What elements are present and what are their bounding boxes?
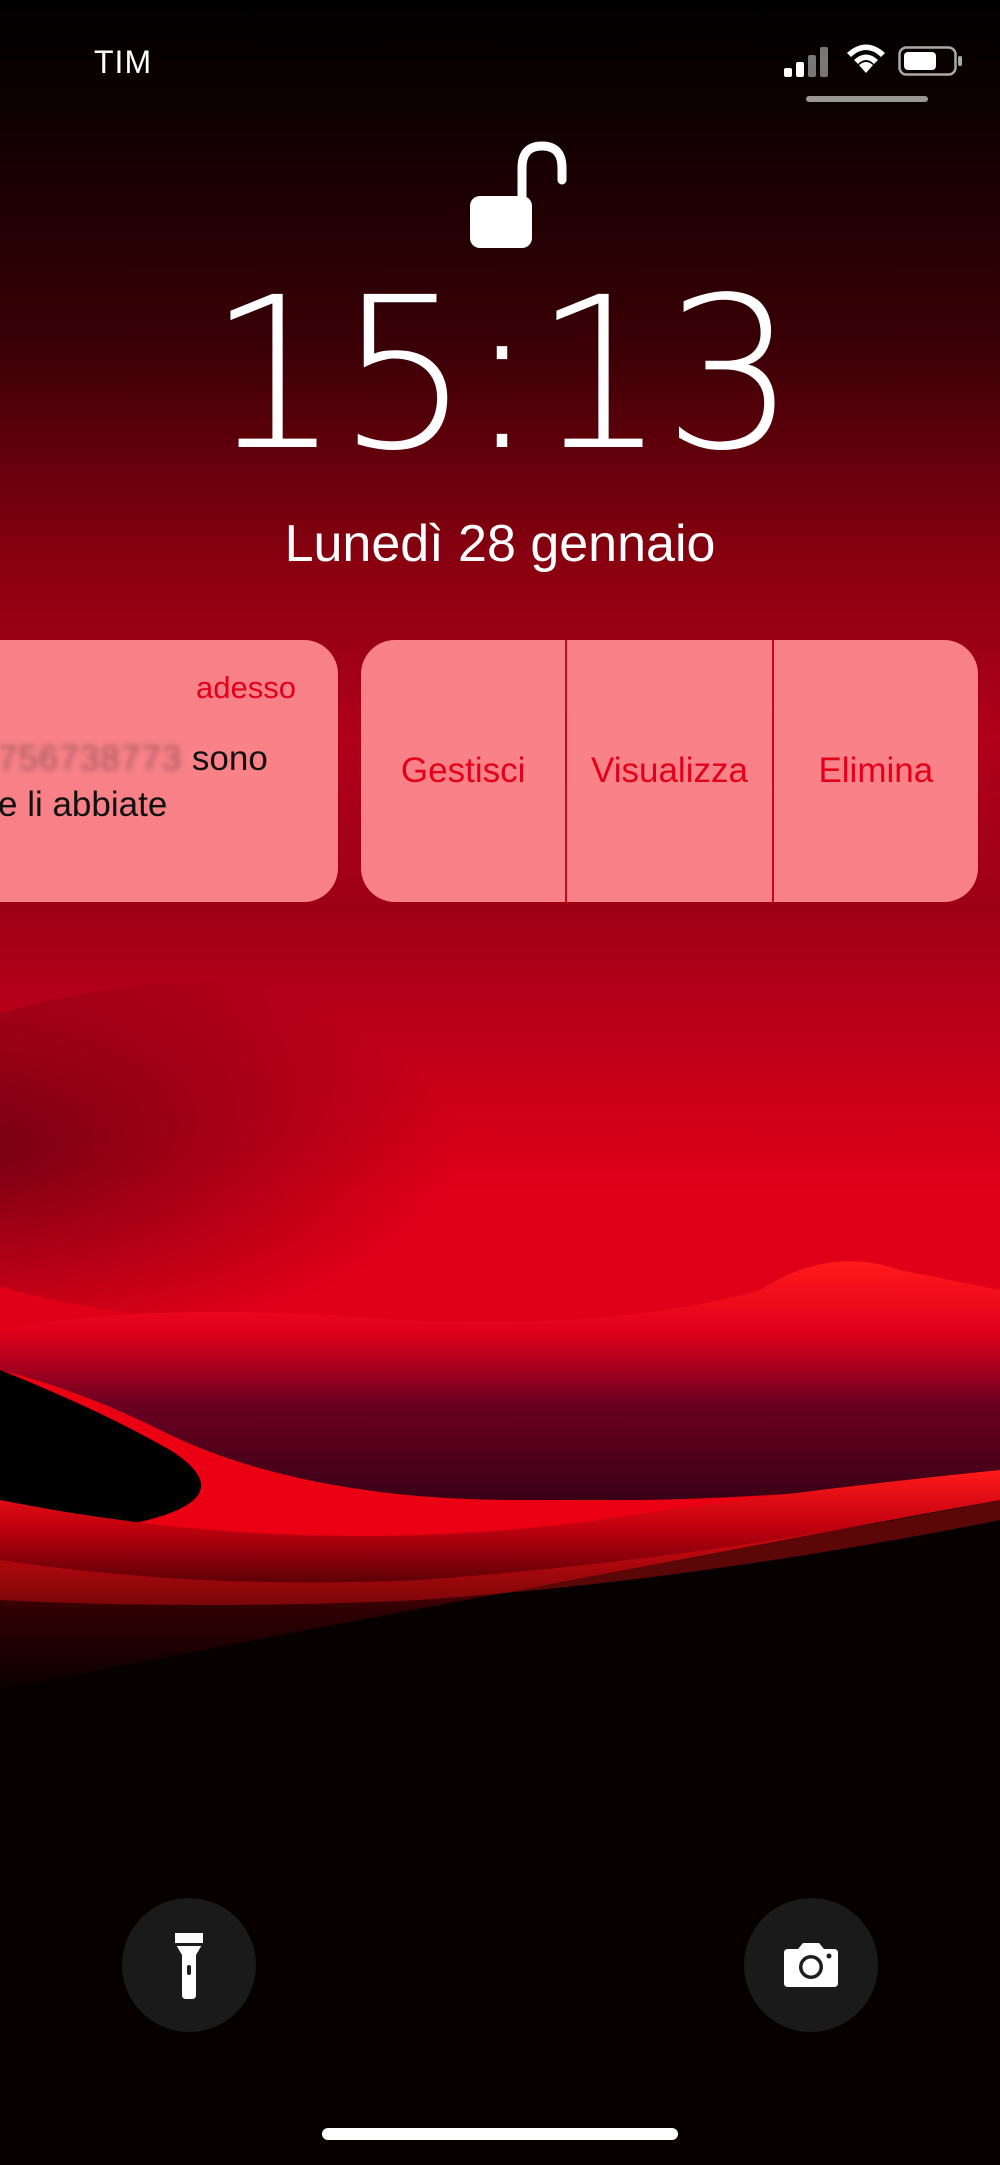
clock-time: 15:13 [207, 252, 796, 497]
home-indicator[interactable] [322, 2128, 678, 2140]
control-center-indicator[interactable] [806, 96, 928, 102]
status-bar: TIM [0, 0, 1000, 120]
notification-line1: sono [182, 739, 268, 778]
wifi-icon [847, 44, 885, 73]
unlocked-padlock-icon [470, 141, 567, 248]
date-label: Lunedì 28 gennaio [284, 515, 716, 573]
camera-icon [784, 1943, 838, 1987]
view-button[interactable]: Visualizza [567, 640, 774, 902]
camera-button[interactable] [744, 1898, 878, 2032]
signal-icon [784, 47, 828, 77]
blurred-number: 756738773 [0, 739, 183, 778]
battery-icon [898, 46, 962, 76]
delete-button[interactable]: Elimina [774, 640, 978, 902]
flashlight-icon [175, 1933, 203, 1999]
flashlight-button[interactable] [122, 1898, 256, 2032]
manage-button[interactable]: Gestisci [361, 640, 568, 902]
notification-card[interactable]: adesso 756738773 sono e li abbiate [0, 640, 338, 902]
notification-actions: Gestisci Visualizza Elimina [361, 640, 978, 902]
notification-body: 756738773 sono e li abbiate [0, 736, 328, 828]
notification-time: adesso [196, 670, 296, 705]
notification-line2: e li abbiate [0, 785, 168, 824]
carrier-name: TIM [94, 44, 153, 80]
